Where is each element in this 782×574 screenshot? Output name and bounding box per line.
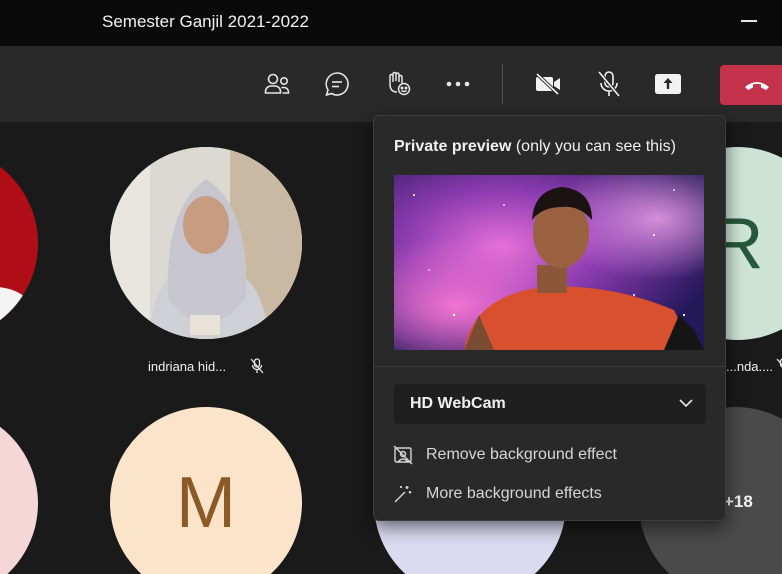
- chat-button[interactable]: [315, 62, 359, 106]
- video-content: [0, 287, 35, 340]
- chevron-down-icon: [679, 399, 693, 408]
- hang-up-icon: [745, 82, 769, 90]
- avatar-initial: M: [176, 463, 236, 543]
- camera-preview: [394, 175, 704, 350]
- participant-video: [110, 147, 302, 339]
- people-icon: [264, 73, 290, 94]
- remove-background-button[interactable]: Remove background effect: [392, 441, 617, 469]
- popup-title-note: (only you can see this): [511, 138, 676, 155]
- more-background-effects-button[interactable]: More background effects: [392, 480, 602, 508]
- self-video-preview: [394, 175, 704, 350]
- mic-off-icon: [597, 70, 621, 98]
- window-title: Semester Ganjil 2021-2022: [102, 12, 309, 31]
- participants-button[interactable]: [255, 62, 299, 106]
- participant-video-tile[interactable]: [110, 147, 302, 339]
- toolbar-divider: [502, 64, 503, 104]
- share-screen-button[interactable]: [646, 62, 690, 106]
- share-screen-icon: [655, 74, 681, 94]
- magic-wand-icon: [392, 483, 414, 505]
- more-icon: [446, 81, 470, 87]
- private-preview-popup: Private preview (only you can see this): [373, 115, 726, 521]
- participant-avatar-tile[interactable]: [0, 407, 38, 574]
- mic-off-icon: [250, 358, 264, 374]
- react-button[interactable]: [376, 62, 420, 106]
- participant-name: indriana hid...: [148, 359, 227, 374]
- mic-toggle-button[interactable]: [587, 62, 631, 106]
- minimize-button[interactable]: [741, 20, 757, 22]
- mic-off-icon: [776, 358, 782, 368]
- leave-button[interactable]: [720, 65, 782, 105]
- menu-item-label: Remove background effect: [426, 446, 617, 463]
- participant-name: ...nda....: [726, 359, 773, 374]
- overflow-count: +18: [724, 492, 753, 511]
- camera-select-value: HD WebCam: [410, 395, 506, 412]
- popup-title: Private preview (only you can see this): [394, 138, 676, 156]
- camera-toggle-button[interactable]: [526, 62, 570, 106]
- participant-video-tile[interactable]: [0, 147, 38, 340]
- popup-title-bold: Private preview: [394, 138, 512, 155]
- raise-hand-react-icon: [389, 71, 411, 96]
- menu-item-label: More background effects: [426, 485, 602, 502]
- camera-off-icon: [535, 72, 560, 96]
- chat-icon: [325, 72, 349, 97]
- more-actions-button[interactable]: [436, 62, 480, 106]
- popup-separator: [374, 366, 725, 367]
- camera-select[interactable]: HD WebCam: [394, 384, 706, 424]
- participant-avatar-tile[interactable]: M: [110, 407, 302, 574]
- title-bar: Semester Ganjil 2021-2022: [0, 0, 782, 46]
- no-background-icon: [392, 444, 414, 466]
